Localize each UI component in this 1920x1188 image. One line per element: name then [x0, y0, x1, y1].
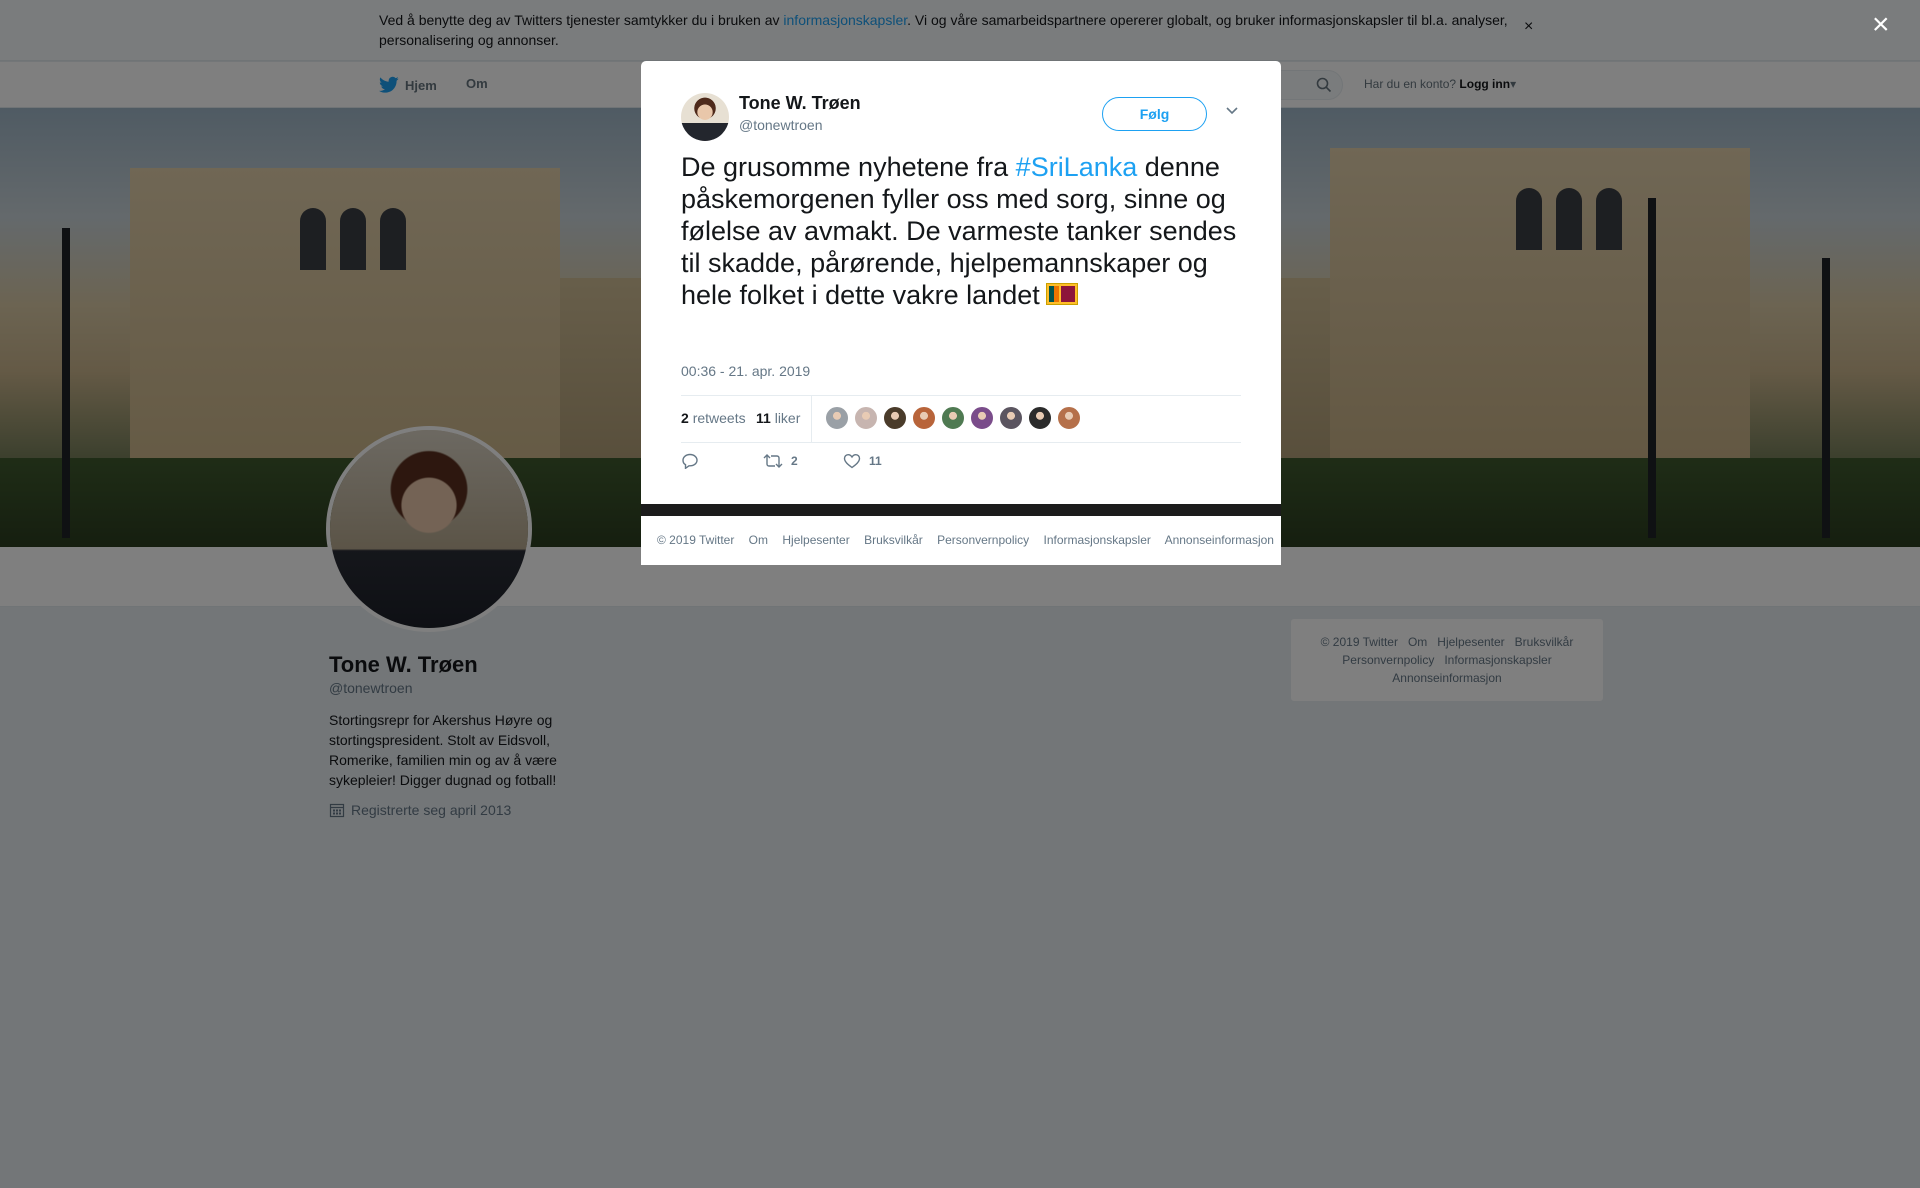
- retweets-count: 2: [681, 410, 689, 426]
- tweet-author-avatar[interactable]: [681, 93, 729, 141]
- footer-link-privacy[interactable]: Personvernpolicy: [937, 533, 1029, 547]
- liker-avatar[interactable]: [970, 406, 994, 430]
- liker-avatar[interactable]: [1028, 406, 1052, 430]
- footer-link-help[interactable]: Hjelpesenter: [782, 533, 849, 547]
- likes-label: liker: [774, 410, 801, 426]
- chevron-down-icon[interactable]: [1225, 105, 1239, 115]
- heart-icon: [843, 453, 861, 469]
- retweet-button[interactable]: 2: [763, 453, 798, 469]
- footer-link-cookies[interactable]: Informasjonskapsler: [1044, 533, 1151, 547]
- retweets-stat[interactable]: 2 retweets: [681, 410, 746, 426]
- liker-avatar[interactable]: [883, 406, 907, 430]
- hashtag-link[interactable]: #SriLanka: [1016, 152, 1138, 182]
- tweet-stats: 2 retweets 11 liker: [681, 395, 1241, 443]
- liker-avatar[interactable]: [912, 406, 936, 430]
- close-icon[interactable]: ×: [1872, 10, 1890, 40]
- liker-avatar[interactable]: [825, 406, 849, 430]
- tweet-author-name[interactable]: Tone W. Trøen: [739, 93, 861, 114]
- tweet-modal: Tone W. Trøen @tonewtroen Følg De grusom…: [641, 61, 1281, 504]
- retweet-count: 2: [791, 454, 798, 468]
- reply-icon: [682, 453, 698, 469]
- liker-avatar[interactable]: [941, 406, 965, 430]
- likes-stat[interactable]: 11 liker: [756, 410, 800, 426]
- sri-lanka-flag-icon: [1045, 283, 1078, 305]
- retweet-icon: [763, 454, 783, 468]
- liker-avatar[interactable]: [1057, 406, 1081, 430]
- retweets-label: retweets: [692, 410, 746, 426]
- follow-button[interactable]: Følg: [1102, 97, 1207, 131]
- liker-avatar[interactable]: [854, 406, 878, 430]
- stats-divider: [811, 396, 812, 442]
- tweet-author-handle[interactable]: @tonewtroen: [739, 117, 822, 133]
- tweet-timestamp[interactable]: 00:36 - 21. apr. 2019: [681, 363, 810, 379]
- likes-count: 11: [756, 410, 771, 426]
- tweet-text-start: De grusomme nyhetene fra: [681, 152, 1016, 182]
- modal-footer: © 2019 Twitter Om Hjelpesenter Bruksvilk…: [641, 516, 1281, 565]
- like-button[interactable]: 11: [843, 453, 882, 469]
- liker-avatars: [825, 406, 1081, 430]
- footer-link-terms[interactable]: Bruksvilkår: [864, 533, 923, 547]
- footer-link-ads-info[interactable]: Annonseinformasjon: [1165, 533, 1274, 547]
- like-count: 11: [869, 454, 882, 468]
- modal-separator: [641, 504, 1281, 516]
- footer-copyright: © 2019 Twitter: [657, 533, 735, 547]
- reply-button[interactable]: [681, 453, 699, 469]
- footer-link-about[interactable]: Om: [749, 533, 768, 547]
- liker-avatar[interactable]: [999, 406, 1023, 430]
- tweet-text: De grusomme nyhetene fra #SriLanka denne…: [681, 151, 1247, 311]
